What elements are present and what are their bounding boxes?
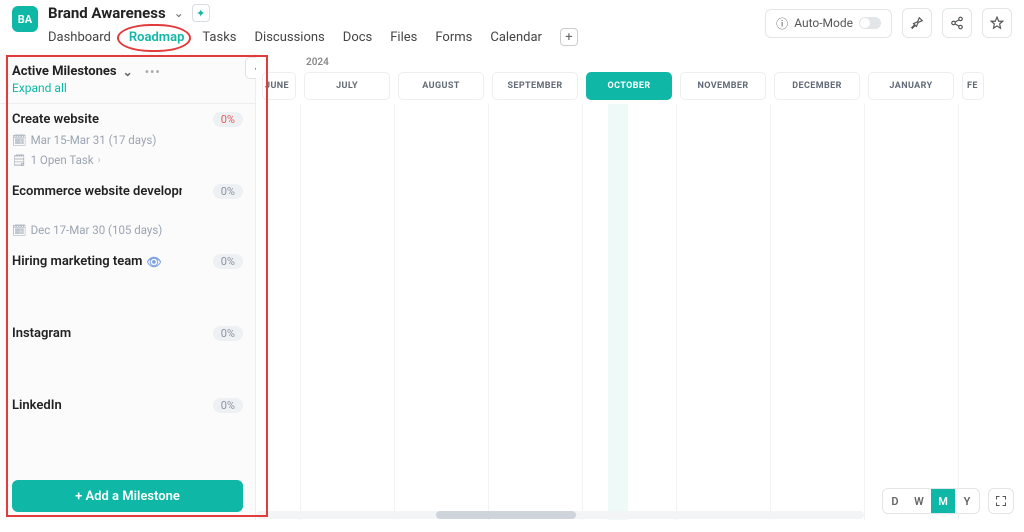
tab-roadmap-label: Roadmap xyxy=(129,30,185,45)
info-icon: ⓘ xyxy=(776,15,788,32)
horizontal-scrollbar[interactable] xyxy=(256,511,864,519)
expand-all-link[interactable]: Expand all xyxy=(12,81,243,95)
month-cell[interactable]: SEPTEMBER xyxy=(492,72,578,100)
zoom-day[interactable]: D xyxy=(883,489,907,513)
progress-pill: 0% xyxy=(213,326,243,341)
share-button[interactable] xyxy=(942,8,972,38)
sparkle-icon[interactable]: ✦ xyxy=(192,4,210,22)
chevron-down-icon[interactable]: ⌄ xyxy=(123,65,133,79)
milestone-sidebar: ‹ Active Milestones ⌄ ••• Expand all Cre… xyxy=(0,54,256,520)
milestone-item[interactable]: Hiring marketing team 👁 0% xyxy=(0,246,255,318)
more-icon[interactable]: ••• xyxy=(145,65,161,79)
month-cell[interactable]: JUNE xyxy=(262,72,296,100)
current-month-highlight xyxy=(608,104,628,520)
scrollbar-thumb[interactable] xyxy=(436,511,576,519)
pin-icon xyxy=(910,16,924,30)
milestone-dates: Dec 17-Mar 30 (105 days) xyxy=(31,223,163,237)
milestone-open-tasks[interactable]: 1 Open Task xyxy=(31,153,94,167)
zoom-week[interactable]: W xyxy=(907,489,931,513)
zoom-month[interactable]: M xyxy=(931,489,955,513)
progress-pill: 0% xyxy=(213,398,243,413)
header-left: BA Brand Awareness ⌄ ✦ Dashboard Roadmap… xyxy=(12,4,578,46)
title-block: Brand Awareness ⌄ ✦ Dashboard Roadmap Ta… xyxy=(48,4,578,46)
month-cell[interactable]: FE xyxy=(962,72,984,100)
month-cell[interactable]: JANUARY xyxy=(868,72,954,100)
star-button[interactable] xyxy=(982,8,1012,38)
tab-tasks[interactable]: Tasks xyxy=(202,30,236,45)
calendar-icon: 🗓 xyxy=(12,133,27,147)
month-cell[interactable]: JULY xyxy=(304,72,390,100)
tab-calendar[interactable]: Calendar xyxy=(490,30,542,45)
zoom-control: D W M Y xyxy=(882,488,980,514)
app-header: BA Brand Awareness ⌄ ✦ Dashboard Roadmap… xyxy=(0,0,1024,50)
add-tab-button[interactable]: + xyxy=(560,28,578,46)
milestone-title: Instagram xyxy=(12,326,71,341)
milestone-dates: Mar 15-Mar 31 (17 days) xyxy=(31,133,157,147)
zoom-year[interactable]: Y xyxy=(955,489,979,513)
milestone-title: Ecommerce website developme... xyxy=(12,184,182,199)
month-cell[interactable]: AUGUST xyxy=(398,72,484,100)
milestone-title: LinkedIn xyxy=(12,398,62,413)
star-icon xyxy=(990,16,1004,30)
project-avatar[interactable]: BA xyxy=(12,6,38,32)
title-row: Brand Awareness ⌄ ✦ xyxy=(48,4,578,22)
timeline-grid xyxy=(256,104,1024,520)
chevron-down-icon[interactable]: ⌄ xyxy=(174,6,184,20)
main-area: ‹ Active Milestones ⌄ ••• Expand all Cre… xyxy=(0,54,1024,520)
tab-roadmap[interactable]: Roadmap xyxy=(129,30,185,45)
switch-icon[interactable] xyxy=(859,17,881,29)
milestone-title: Hiring marketing team 👁 xyxy=(12,254,162,269)
fullscreen-icon xyxy=(995,495,1007,507)
add-milestone-button[interactable]: + Add a Milestone xyxy=(12,480,243,512)
tab-files[interactable]: Files xyxy=(390,30,417,45)
progress-pill: 0% xyxy=(213,184,243,199)
task-icon: 🗒 xyxy=(12,153,27,167)
month-cell[interactable]: NOVEMBER xyxy=(680,72,766,100)
calendar-icon: 🗓 xyxy=(12,223,27,237)
sidebar-heading[interactable]: Active Milestones xyxy=(12,64,117,79)
tab-docs[interactable]: Docs xyxy=(343,30,372,45)
header-right: ⓘ Auto-Mode xyxy=(765,8,1012,38)
roadmap-timeline[interactable]: 2024 JUNE JULY AUGUST SEPTEMBER OCTOBER … xyxy=(256,54,1024,520)
tab-dashboard[interactable]: Dashboard xyxy=(48,30,111,45)
milestone-item[interactable]: LinkedIn 0% xyxy=(0,390,255,448)
nav-tabs: Dashboard Roadmap Tasks Discussions Docs… xyxy=(48,28,578,46)
auto-mode-toggle[interactable]: ⓘ Auto-Mode xyxy=(765,9,892,38)
chevron-right-icon: › xyxy=(98,155,101,166)
month-header-row: JUNE JULY AUGUST SEPTEMBER OCTOBER NOVEM… xyxy=(256,72,1024,100)
year-label: 2024 xyxy=(306,57,329,68)
auto-mode-label: Auto-Mode xyxy=(794,16,853,30)
progress-pill: 0% xyxy=(213,112,243,127)
project-title[interactable]: Brand Awareness xyxy=(48,4,166,22)
milestone-title-text: Hiring marketing team xyxy=(12,254,142,269)
milestone-item[interactable]: Instagram 0% xyxy=(0,318,255,390)
fullscreen-button[interactable] xyxy=(988,488,1014,514)
milestone-title: Create website xyxy=(12,112,99,127)
progress-pill: 0% xyxy=(213,254,243,269)
eye-icon: 👁 xyxy=(146,255,161,269)
milestone-item[interactable]: Ecommerce website developme... 0% 🗓 Dec 1… xyxy=(0,176,255,246)
share-icon xyxy=(950,16,964,30)
month-cell-active[interactable]: OCTOBER xyxy=(586,72,672,100)
sidebar-header: Active Milestones ⌄ ••• Expand all xyxy=(0,54,255,104)
tab-forms[interactable]: Forms xyxy=(435,30,472,45)
month-cell[interactable]: DECEMBER xyxy=(774,72,860,100)
pin-button[interactable] xyxy=(902,8,932,38)
tab-discussions[interactable]: Discussions xyxy=(255,30,325,45)
milestone-item[interactable]: Create website 0% 🗓 Mar 15-Mar 31 (17 day… xyxy=(0,104,255,176)
